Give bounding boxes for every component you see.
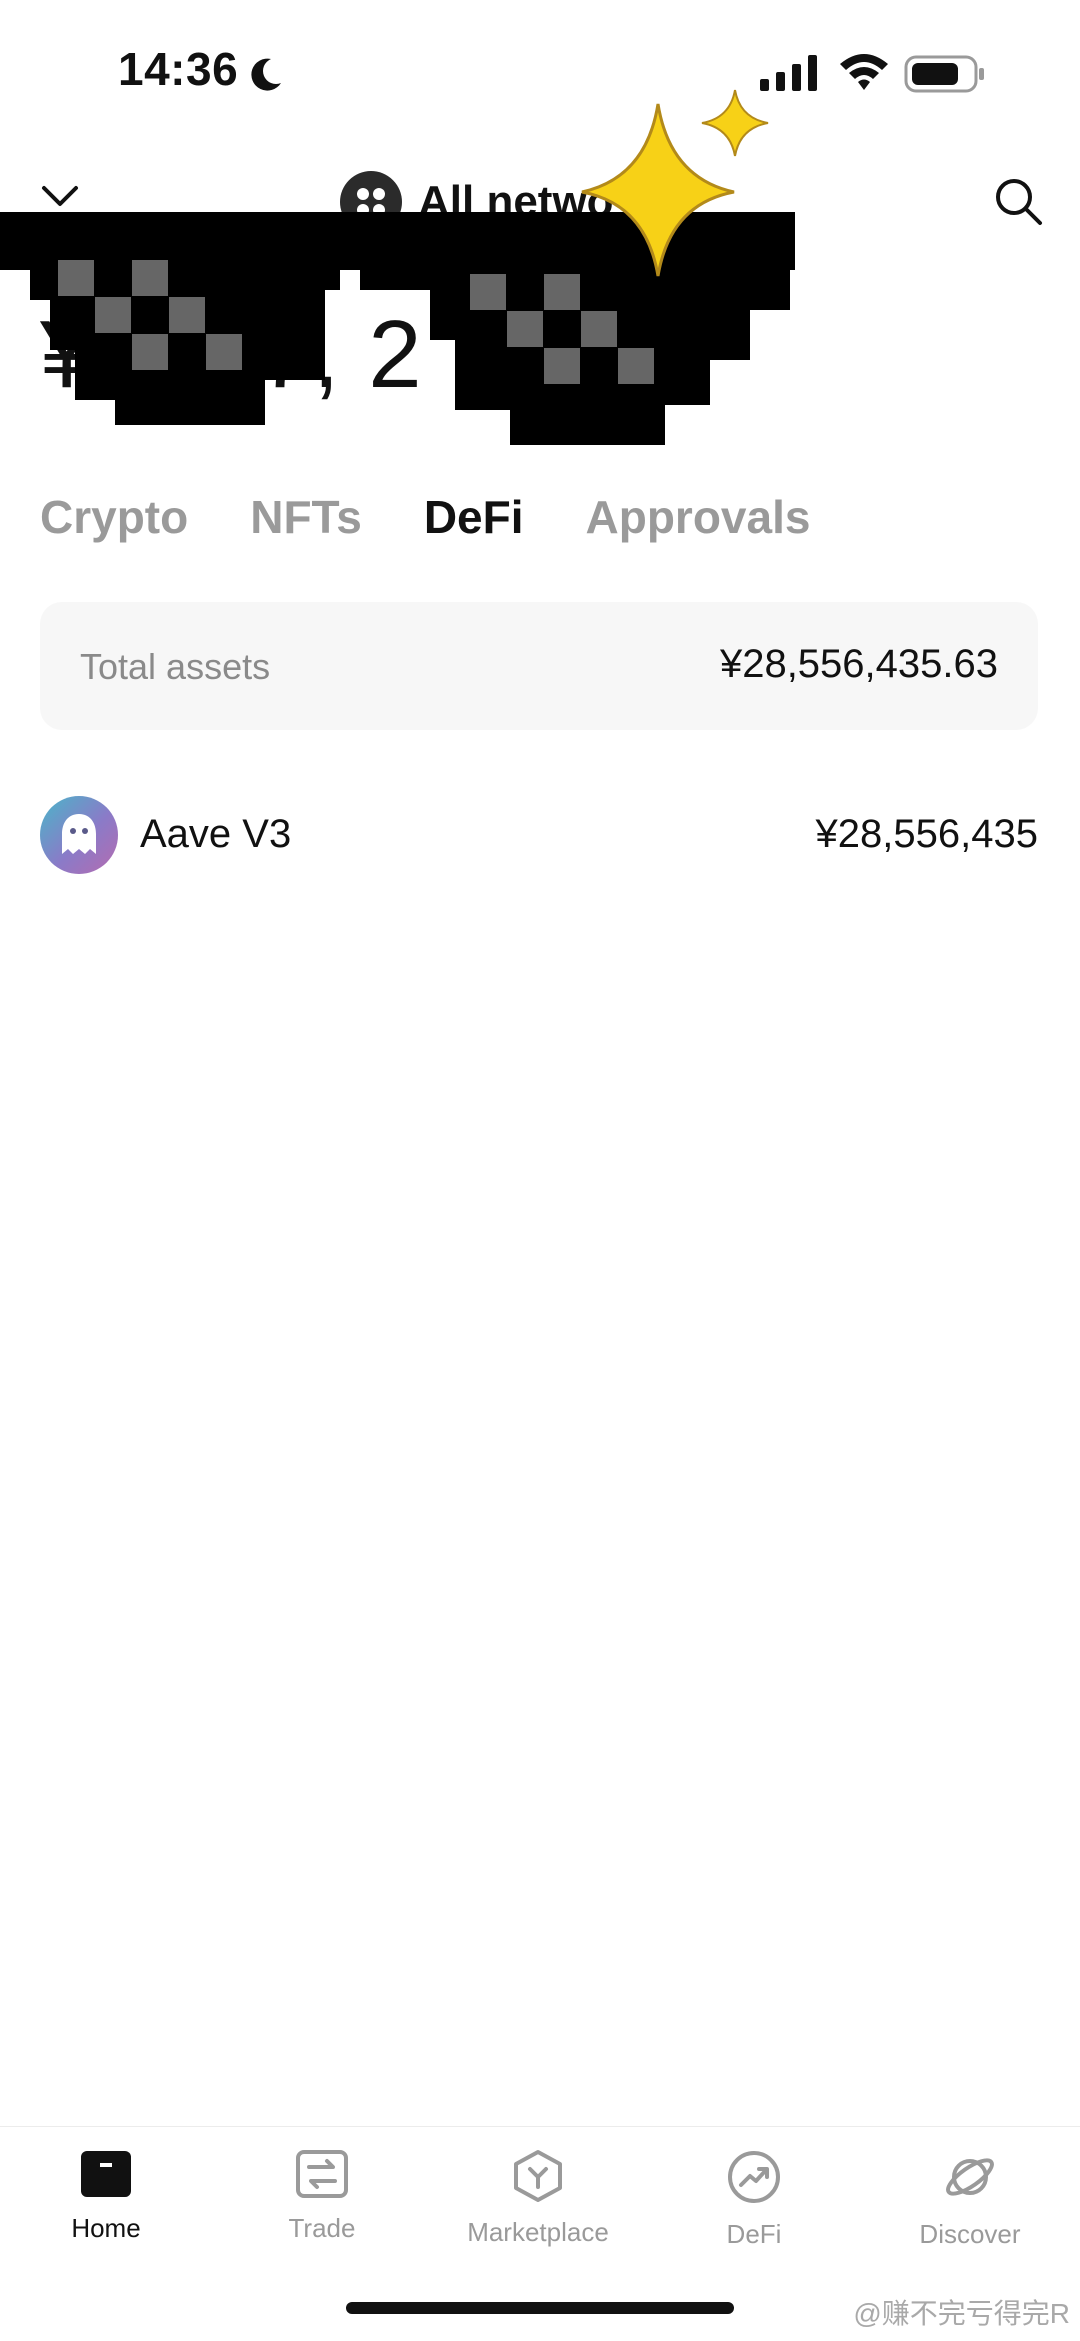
total-assets-label: Total assets: [80, 646, 271, 687]
watermark: @赚不完亏得完R: [853, 2298, 1070, 2329]
asset-tabs: Crypto NFTs DeFi Approvals: [40, 490, 810, 544]
nav-discover-label: Discover: [919, 2219, 1021, 2249]
home-indicator[interactable]: [346, 2302, 734, 2314]
trade-icon: [296, 2150, 348, 2198]
nav-marketplace-label: Marketplace: [467, 2217, 609, 2247]
tab-crypto[interactable]: Crypto: [40, 490, 188, 544]
tab-defi[interactable]: DeFi: [424, 490, 524, 544]
nav-home-label: Home: [71, 2213, 141, 2243]
protocol-row-aave[interactable]: Aave V3 ¥28,556,435: [40, 792, 1038, 876]
total-assets-card: Total assets ¥28,556,435.63: [40, 602, 1038, 730]
battery-icon: [904, 55, 984, 93]
moon-icon: [251, 58, 281, 91]
tab-approvals[interactable]: Approvals: [586, 490, 811, 544]
wifi-icon: [840, 54, 888, 90]
marketplace-icon: [514, 2150, 562, 2202]
nav-defi[interactable]: DeFi: [654, 2149, 854, 2269]
status-bar: 14:36: [0, 0, 1080, 150]
tab-nfts[interactable]: NFTs: [250, 490, 362, 544]
defi-icon: [728, 2151, 780, 2203]
nav-discover[interactable]: Discover: [870, 2149, 1070, 2269]
nav-marketplace[interactable]: Marketplace: [438, 2149, 638, 2269]
nav-defi-label: DeFi: [726, 2219, 782, 2249]
discover-icon: [946, 2158, 994, 2196]
cellular-signal-icon: [760, 55, 817, 91]
nav-home[interactable]: Home: [6, 2149, 206, 2269]
protocol-value: ¥28,556,435: [815, 812, 1038, 856]
search-icon[interactable]: [992, 175, 1044, 227]
sparkle-sticker-small: [701, 89, 769, 157]
nav-trade[interactable]: Trade: [222, 2149, 422, 2269]
nav-trade-label: Trade: [288, 2213, 356, 2243]
protocol-name: Aave V3: [140, 812, 292, 856]
ghost-icon: [40, 796, 118, 874]
total-assets-value: ¥28,556,435.63: [719, 642, 998, 686]
home-icon: [81, 2151, 131, 2197]
status-time: 14:36: [118, 43, 239, 95]
